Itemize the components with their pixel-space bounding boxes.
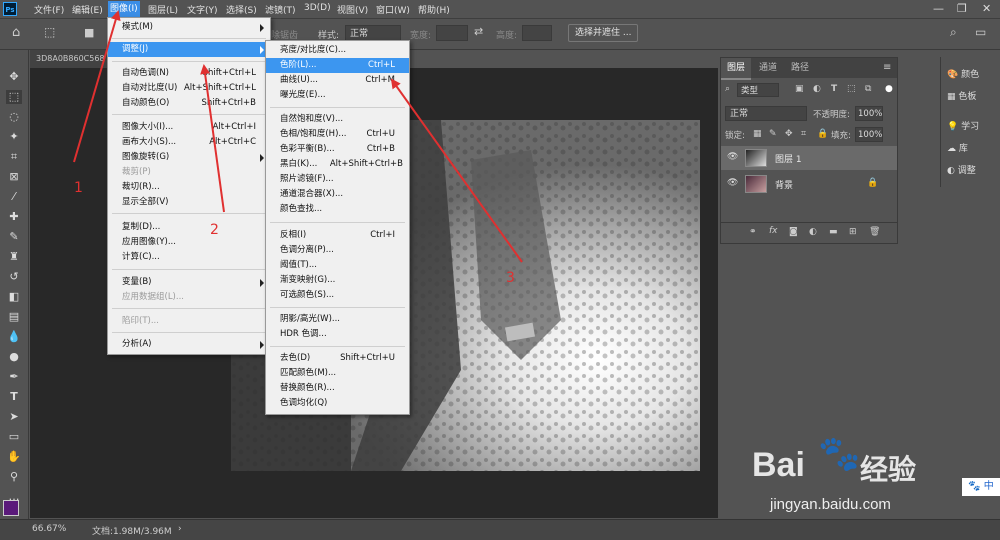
watermark-brand: Bai: [752, 446, 805, 484]
annotation-arrow-1: [73, 10, 121, 163]
watermark-brand-cn: 经验: [860, 453, 917, 486]
annotation-number-3: 3: [506, 270, 515, 286]
annotation-arrow-3: [390, 78, 523, 263]
paw-icon: 🐾: [818, 434, 861, 474]
annotation-arrow-2: [200, 64, 225, 213]
annotation-number-2: 2: [210, 222, 219, 238]
baidu-jingyan-watermark: Bai 🐾 经验 jingyan.baidu.com: [748, 430, 948, 520]
annotation-number-1: 1: [74, 180, 83, 196]
watermark-url: jingyan.baidu.com: [770, 496, 891, 513]
ime-indicator[interactable]: 🐾 中: [962, 478, 1000, 496]
